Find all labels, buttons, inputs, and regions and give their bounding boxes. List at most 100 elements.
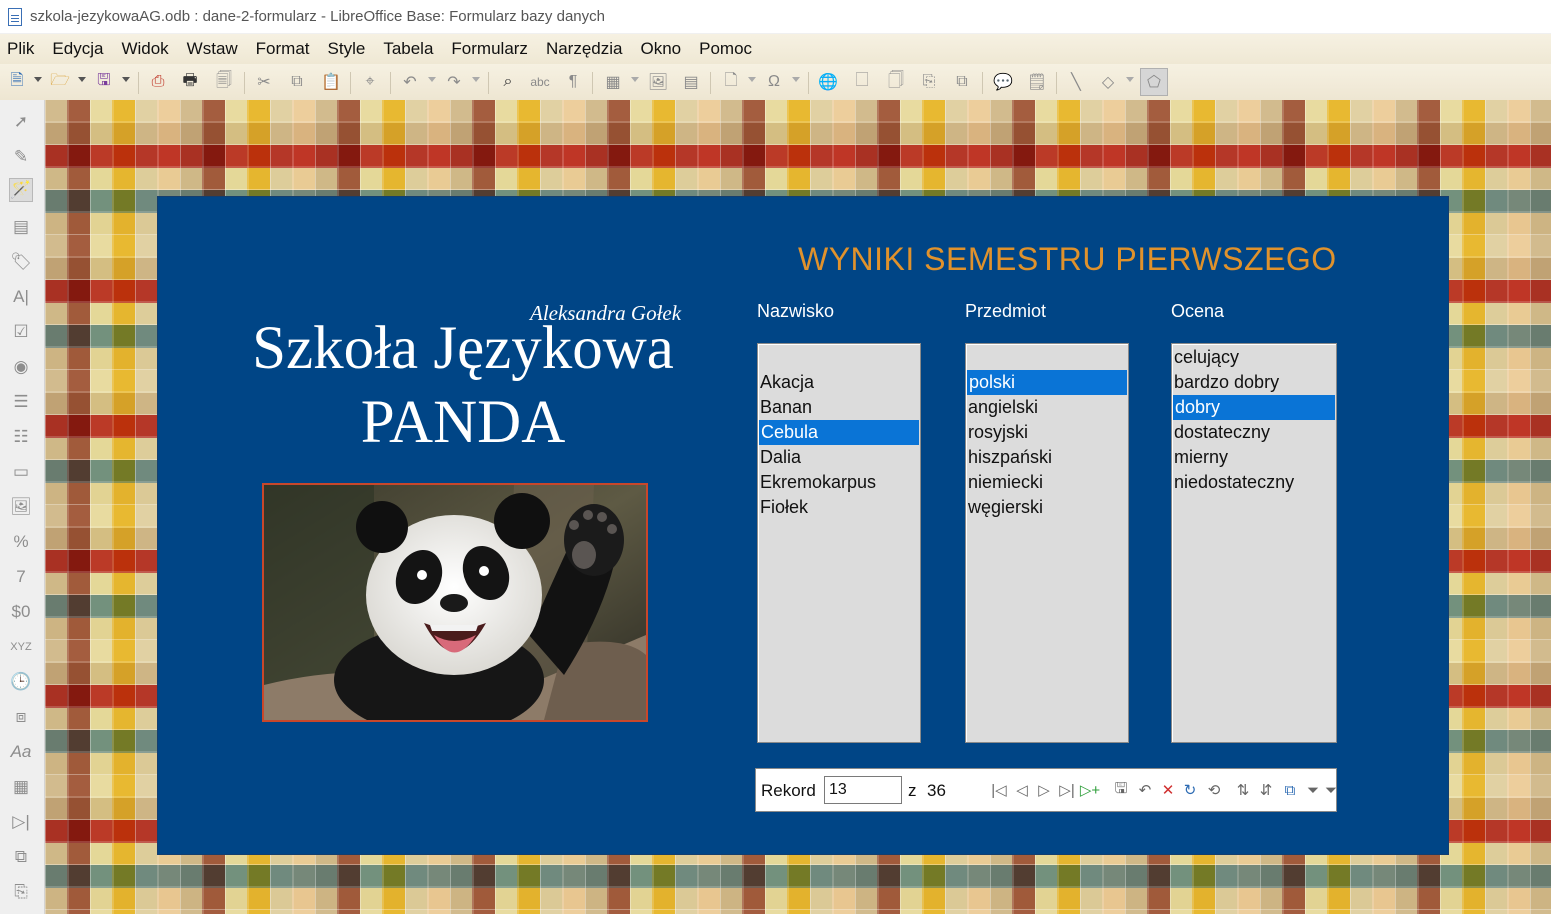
last-record-icon[interactable]: ▷|: [1058, 781, 1076, 799]
currency-field-icon[interactable]: $0: [9, 600, 33, 624]
field-dropdown-caret[interactable]: [748, 77, 756, 82]
save-dropdown-caret[interactable]: [122, 77, 130, 82]
text-box-icon[interactable]: A|: [9, 285, 33, 309]
menu-format[interactable]: Format: [256, 39, 310, 59]
list-item-selected[interactable]: Cebula: [759, 420, 919, 445]
image-button-icon[interactable]: 🖼: [9, 495, 33, 519]
push-button-icon[interactable]: ▭: [9, 460, 33, 484]
option-button-icon[interactable]: ◉: [9, 355, 33, 379]
list-item[interactable]: mierny: [1172, 445, 1336, 470]
list-item-selected[interactable]: dobry: [1173, 395, 1335, 420]
special-char-dropdown-caret[interactable]: [792, 77, 800, 82]
list-item[interactable]: Banan: [758, 395, 920, 420]
footnote-icon[interactable]: 🗌: [852, 72, 872, 92]
autofilter-icon[interactable]: ⏷: [1304, 781, 1322, 799]
draw-functions-icon[interactable]: ⬠: [1140, 68, 1168, 96]
list-item[interactable]: [966, 345, 1128, 370]
list-item[interactable]: rosyjski: [966, 420, 1128, 445]
image-control-icon[interactable]: ⧈: [9, 705, 33, 729]
formatted-field-icon[interactable]: %: [9, 530, 33, 554]
new-dropdown-caret[interactable]: [34, 77, 42, 82]
sort-dialog-icon[interactable]: ⧉: [1281, 781, 1299, 799]
menu-tabela[interactable]: Tabela: [383, 39, 433, 59]
list-item[interactable]: węgierski: [966, 495, 1128, 520]
nazwisko-listbox[interactable]: Akacja Banan Cebula Dalia Ekremokarpus F…: [757, 343, 921, 743]
menu-pomoc[interactable]: Pomoc: [699, 39, 752, 59]
table-control-icon[interactable]: ▦: [9, 775, 33, 799]
track-changes-icon[interactable]: 🗒: [1027, 72, 1047, 92]
insert-field-icon[interactable]: 🗋: [721, 72, 741, 92]
save-icon[interactable]: 🖫: [94, 72, 114, 92]
spelling-icon[interactable]: abc: [530, 72, 550, 92]
open-folder-icon[interactable]: 🗁: [50, 72, 70, 92]
open-dropdown-caret[interactable]: [78, 77, 86, 82]
next-record-icon[interactable]: ▷: [1035, 781, 1053, 799]
list-item[interactable]: [758, 345, 920, 370]
list-item[interactable]: Ekremokarpus: [758, 470, 920, 495]
record-number-input[interactable]: [824, 776, 902, 804]
menu-wstaw[interactable]: Wstaw: [187, 39, 238, 59]
comment-icon[interactable]: 💬: [993, 72, 1013, 92]
list-box-icon[interactable]: ☰: [9, 390, 33, 414]
undo-record-icon[interactable]: ↶: [1136, 781, 1154, 799]
check-box-icon[interactable]: ☑: [9, 320, 33, 344]
font-work-icon[interactable]: Aa: [9, 740, 33, 764]
print-preview-icon[interactable]: 🗐: [214, 72, 234, 92]
list-item[interactable]: Fiołek: [758, 495, 920, 520]
new-record-icon[interactable]: ▷+: [1080, 781, 1100, 799]
bookmark-icon[interactable]: ⎘: [919, 72, 939, 92]
list-item[interactable]: niedostateczny: [1172, 470, 1336, 495]
refresh-icon[interactable]: ↻: [1181, 781, 1199, 799]
cut-icon[interactable]: ✂: [254, 72, 274, 92]
form-navigator-icon[interactable]: ⎘: [9, 880, 33, 904]
print-icon[interactable]: 🖶: [180, 72, 200, 92]
menu-edycja[interactable]: Edycja: [52, 39, 103, 59]
export-pdf-icon[interactable]: ⎙: [148, 72, 168, 92]
menu-plik[interactable]: Plik: [7, 39, 34, 59]
sort-ascending-icon[interactable]: ⇅: [1234, 781, 1252, 799]
time-field-icon[interactable]: 🕒: [9, 670, 33, 694]
navigation-bar-icon[interactable]: ▷|: [9, 810, 33, 834]
form-properties-icon[interactable]: ▤: [9, 215, 33, 239]
combo-box-icon[interactable]: ☷: [9, 425, 33, 449]
basic-shapes-icon[interactable]: ◇: [1098, 72, 1118, 92]
list-item[interactable]: angielski: [966, 395, 1128, 420]
sort-descending-icon[interactable]: ⇵: [1257, 781, 1275, 799]
shapes-dropdown-caret[interactable]: [1126, 77, 1134, 82]
przedmiot-listbox[interactable]: polski angielski rosyjski hiszpański nie…: [965, 343, 1129, 743]
new-document-icon[interactable]: 🗎: [7, 72, 27, 92]
menu-okno[interactable]: Okno: [640, 39, 681, 59]
copy-icon[interactable]: ⧉: [287, 72, 307, 92]
ocena-listbox[interactable]: celujący bardzo dobry dobry dostateczny …: [1171, 343, 1337, 743]
hyperlink-icon[interactable]: 🌐: [818, 72, 838, 92]
standard-filter-icon[interactable]: ⏷: [1322, 781, 1340, 799]
design-mode-icon[interactable]: ✎: [9, 145, 33, 169]
pattern-field-icon[interactable]: XYZ: [9, 635, 33, 659]
insert-image-icon[interactable]: 🖼: [648, 72, 668, 92]
image-alignment-icon[interactable]: ⧉: [9, 845, 33, 869]
menu-style[interactable]: Style: [328, 39, 366, 59]
list-item-selected[interactable]: polski: [967, 370, 1127, 395]
list-item[interactable]: Akacja: [758, 370, 920, 395]
table-dropdown-caret[interactable]: [631, 77, 639, 82]
delete-record-icon[interactable]: ✕: [1159, 781, 1177, 799]
list-item[interactable]: niemiecki: [966, 470, 1128, 495]
control-wizards-icon[interactable]: 🪄: [9, 178, 33, 202]
menu-formularz[interactable]: Formularz: [451, 39, 528, 59]
label-field-icon[interactable]: 🏷: [9, 250, 33, 274]
special-character-icon[interactable]: Ω: [764, 72, 784, 92]
menu-narzedzia[interactable]: Narzędzia: [546, 39, 623, 59]
endnote-icon[interactable]: 🗍: [886, 72, 906, 92]
first-record-icon[interactable]: |◁: [990, 781, 1008, 799]
save-record-icon[interactable]: 🖫: [1112, 780, 1130, 799]
redo-icon[interactable]: ↷: [444, 72, 464, 92]
insert-chart-icon[interactable]: ▤: [681, 72, 701, 92]
insert-table-icon[interactable]: ▦: [603, 72, 623, 92]
menu-widok[interactable]: Widok: [121, 39, 168, 59]
redo-dropdown-caret[interactable]: [472, 77, 480, 82]
clone-formatting-icon[interactable]: ⌖: [360, 72, 380, 92]
formatting-marks-icon[interactable]: ¶: [563, 72, 583, 92]
undo-dropdown-caret[interactable]: [428, 77, 436, 82]
list-item[interactable]: Dalia: [758, 445, 920, 470]
undo-icon[interactable]: ↶: [400, 72, 420, 92]
